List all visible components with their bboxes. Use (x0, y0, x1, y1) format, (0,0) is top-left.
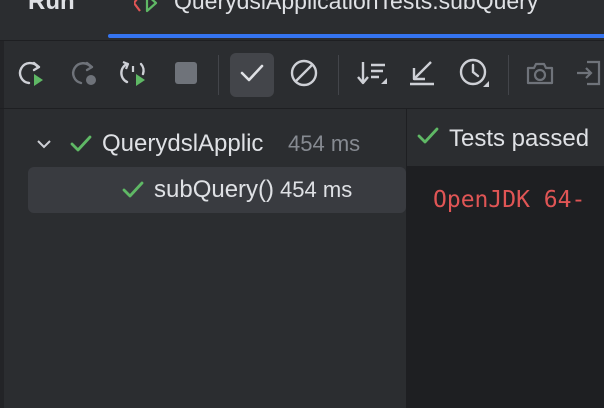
rerun-failed-icon (69, 58, 99, 93)
tree-node-test[interactable]: subQuery() 454 ms (28, 167, 406, 213)
stop-button[interactable] (164, 53, 208, 97)
panel-title: Run (28, 0, 75, 15)
test-class-name: QuerydslApplic (102, 130, 264, 157)
run-config-icon (132, 0, 164, 14)
active-tab-indicator (108, 34, 604, 38)
test-runner-toolbar (0, 41, 604, 109)
toolbar-separator (218, 55, 219, 95)
tree-node-root[interactable]: QuerydslApplic 454 ms (4, 121, 360, 167)
run-panel-header: Run QuerydslApplicationTests.subQuery (0, 0, 604, 40)
import-tests-button[interactable] (400, 53, 444, 97)
test-results-tree: QuerydslApplic 454 ms subQuery() 454 ms (4, 109, 406, 408)
console-output-line[interactable]: OpenJDK 64- (433, 187, 585, 213)
camera-icon (525, 60, 555, 91)
ignored-icon (289, 58, 319, 93)
test-passed-icon (68, 131, 94, 157)
check-icon (415, 123, 441, 154)
console-panel: Tests passed OpenJDK 64- (407, 109, 604, 408)
import-tests-icon (407, 58, 437, 93)
test-duration: 454 ms (280, 177, 353, 202)
check-icon (238, 59, 266, 92)
toggle-auto-test-button[interactable] (112, 53, 156, 97)
show-ignored-toggle[interactable] (282, 53, 326, 97)
export-button[interactable] (568, 53, 604, 97)
status-text: Tests passed (449, 124, 590, 152)
run-tab-label: QuerydslApplicationTests.subQuery (174, 0, 539, 14)
sort-button[interactable] (350, 53, 394, 97)
rerun-button[interactable] (9, 53, 53, 97)
rerun-failed-button[interactable] (62, 53, 106, 97)
screenshot-button[interactable] (518, 53, 562, 97)
sort-icon (356, 58, 388, 93)
test-status-bar: Tests passed (407, 109, 604, 167)
stop-icon (173, 60, 199, 91)
test-history-button[interactable] (452, 53, 496, 97)
show-passed-toggle[interactable] (230, 53, 274, 97)
test-duration: 454 ms (288, 131, 361, 156)
chevron-down-icon[interactable] (36, 136, 52, 152)
history-icon (458, 57, 490, 94)
test-method-name: subQuery() (154, 176, 275, 203)
toggle-auto-test-icon (118, 58, 150, 93)
test-passed-icon (120, 177, 146, 203)
run-tab[interactable]: QuerydslApplicationTests.subQuery (132, 0, 604, 38)
toolbar-separator (338, 55, 339, 95)
export-icon (575, 58, 604, 93)
rerun-icon (16, 58, 46, 93)
tests-passed-status: Tests passed (415, 123, 589, 154)
toolbar-separator (508, 55, 509, 95)
